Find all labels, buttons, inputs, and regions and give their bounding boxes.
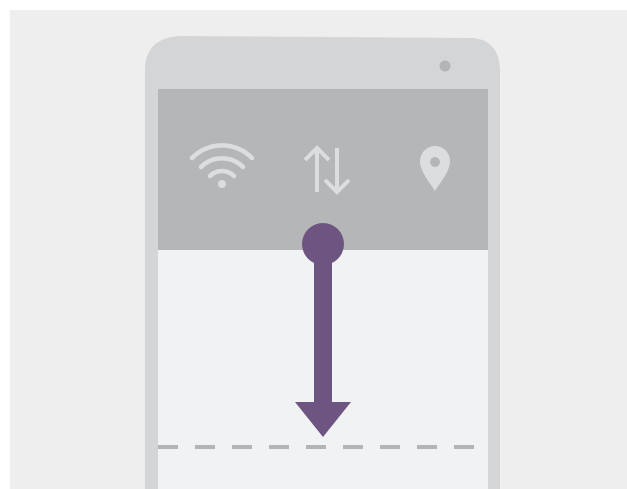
gesture-illustration xyxy=(0,0,627,489)
swipe-arrow-shaft xyxy=(314,244,332,406)
camera-dot xyxy=(439,60,451,72)
phone-illustration xyxy=(145,36,500,489)
swipe-touch-point xyxy=(302,223,344,265)
